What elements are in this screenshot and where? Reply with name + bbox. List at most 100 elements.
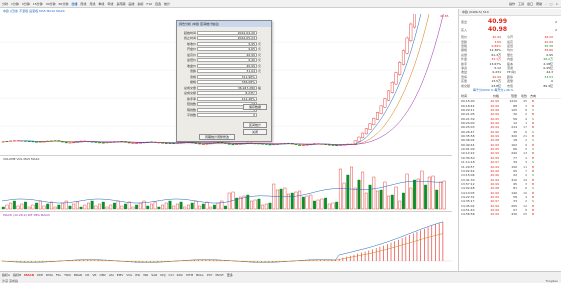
- stat-unit: 元: [258, 47, 262, 51]
- indicator-tab[interactable]: PSY: [207, 273, 213, 277]
- trade-row[interactable]: 14:56:58 40.99 430 25 B: [459, 212, 561, 217]
- toolbar-item[interactable]: 统计: [164, 2, 170, 6]
- maximize-icon[interactable]: □: [550, 2, 553, 6]
- toolbar-item[interactable]: 年线: [107, 2, 113, 6]
- close-icon[interactable]: ×: [555, 2, 558, 6]
- indicator-tab[interactable]: ASI: [109, 273, 114, 277]
- stat-value-field[interactable]: 8.23亿: [197, 91, 257, 95]
- candle: [335, 145, 339, 147]
- indicator-tab[interactable]: 指标B: [13, 273, 21, 277]
- indicator-tab[interactable]: BRAR: [74, 273, 82, 277]
- menu-item[interactable]: 操作: [509, 2, 515, 6]
- macd-chart[interactable]: [0, 217, 452, 270]
- indicator-tab[interactable]: VOL: [126, 273, 132, 277]
- indicator-tab[interactable]: SAR: [151, 273, 157, 277]
- toolbar-item[interactable]: 画线: [128, 2, 134, 6]
- volume-bar: [431, 175, 435, 210]
- indicator-tab[interactable]: RSI: [135, 273, 140, 277]
- volume-bar: [264, 203, 268, 210]
- indicator-tab[interactable]: TRIX: [64, 273, 71, 277]
- toolbar-item[interactable]: 月线: [89, 2, 95, 6]
- menu-item[interactable]: 帮助: [536, 2, 542, 6]
- indicator-tab[interactable]: 指标A: [2, 273, 10, 277]
- indicator-tab[interactable]: MCST: [215, 273, 223, 277]
- save-data-button[interactable]: 保存数据: [243, 104, 267, 110]
- menu-item[interactable]: 工具: [518, 2, 524, 6]
- close-button[interactable]: 关闭: [243, 129, 267, 135]
- stat-value-field[interactable]: 9.65: [197, 47, 257, 51]
- toolbar-item[interactable]: 15分钟: [33, 2, 43, 6]
- volume-bar: [435, 189, 439, 210]
- range-statistics-dialog[interactable]: 持仓分析 (中欧 区间统计信息) 起始时间 2024-04-26 终止时间 2024-…: [176, 20, 272, 142]
- stat-label: 涨幅: [189, 74, 196, 79]
- stat-value-field[interactable]: 2024-04-26: [197, 30, 257, 35]
- stat-value-field[interactable]: 9.40: [197, 58, 257, 62]
- status-bar: 沪深 深成指 Tonglian: [0, 278, 561, 283]
- range-stat-button[interactable]: 区间统计: [243, 122, 267, 128]
- toolbar-item[interactable]: 周线: [80, 2, 86, 6]
- stat-value-field[interactable]: 0: [197, 113, 257, 117]
- volume-bar: [187, 204, 190, 210]
- minimize-icon[interactable]: –: [545, 2, 547, 6]
- toolbar-item[interactable]: 多周期: [116, 2, 125, 6]
- indicator-tab[interactable]: EMV: [117, 273, 124, 277]
- indicator-tab[interactable]: DMA: [46, 273, 53, 277]
- candle: [198, 143, 202, 145]
- indicator-tab[interactable]: WR: [143, 273, 148, 277]
- candle: [387, 90, 391, 101]
- toolbar-item[interactable]: 1分钟: [11, 2, 19, 6]
- stat-label: 总成交额: [183, 91, 196, 95]
- stat-unit: 元: [258, 58, 262, 62]
- toolbar-item[interactable]: 60分钟: [59, 2, 69, 6]
- indicator-tab[interactable]: CR: [85, 273, 89, 277]
- stat-value-field[interactable]: 9.95: [197, 41, 257, 46]
- stat-value-field[interactable]: 2024-05-24: [197, 36, 257, 40]
- volume-bar: [387, 195, 391, 210]
- volume-bar: [79, 206, 83, 210]
- indicator-tab[interactable]: 更多: [227, 273, 233, 277]
- stat-value-field[interactable]: 40.99: [197, 52, 257, 57]
- toolbar-item[interactable]: 指标: [137, 2, 143, 6]
- stat-value-field[interactable]: 31.04: [197, 69, 257, 73]
- menu-item[interactable]: 窗口: [527, 2, 533, 6]
- dialog-title[interactable]: 持仓分析 (中欧 区间统计信息): [177, 21, 271, 27]
- volume-bar: [168, 200, 172, 210]
- indicator-tab[interactable]: MTM: [186, 273, 193, 277]
- candle: [413, 14, 416, 28]
- indicator-tab[interactable]: CCI: [169, 273, 174, 277]
- stat-value-field[interactable]: 336.08%: [197, 80, 257, 84]
- stat-value-field[interactable]: 40.99: [197, 63, 257, 68]
- indicator-tab[interactable]: KDJ: [160, 273, 165, 277]
- stat-row: 最低价 9.40 元: [181, 58, 261, 63]
- period-adjust-button[interactable]: 周期统计调整修改: [199, 134, 235, 140]
- candle: [235, 143, 239, 145]
- indicator-tab[interactable]: MACD: [24, 273, 34, 277]
- toolbar-item[interactable]: 自选: [155, 2, 161, 6]
- volume-bar: [124, 203, 127, 210]
- indicator-tab[interactable]: FSL: [56, 273, 61, 277]
- stat-label: 收盘价: [186, 63, 196, 68]
- toolbar-item[interactable]: 日线: [71, 2, 77, 6]
- toolbar-item[interactable]: 季线: [98, 2, 104, 6]
- volume-bar: [313, 200, 316, 210]
- volume-bar: [172, 205, 176, 210]
- indicator-tab[interactable]: VR: [92, 273, 96, 277]
- toolbar-item[interactable]: F10: [146, 2, 152, 6]
- toolbar-item[interactable]: 分时: [2, 2, 8, 6]
- volume-bar: [316, 199, 320, 210]
- panel-divider: [0, 211, 452, 212]
- indicator-tab[interactable]: ROC: [177, 273, 184, 277]
- volume-bar: [12, 200, 16, 210]
- volume-chart[interactable]: [0, 161, 452, 210]
- indicator-tab[interactable]: OBV: [99, 273, 105, 277]
- candle: [364, 128, 368, 135]
- volume-bar: [194, 200, 198, 210]
- stat-value-field[interactable]: 36,947,280: [197, 85, 257, 90]
- indicator-tab[interactable]: DMI: [37, 273, 43, 277]
- indicator-tab[interactable]: BOLL: [196, 273, 204, 277]
- stat-value-field[interactable]: 311.96%: [197, 74, 257, 79]
- volume-bar: [364, 192, 368, 210]
- toolbar-item[interactable]: 30分钟: [46, 2, 56, 6]
- stat-value-field[interactable]: 412.48%: [197, 96, 257, 101]
- toolbar-item[interactable]: 5分钟: [22, 2, 30, 6]
